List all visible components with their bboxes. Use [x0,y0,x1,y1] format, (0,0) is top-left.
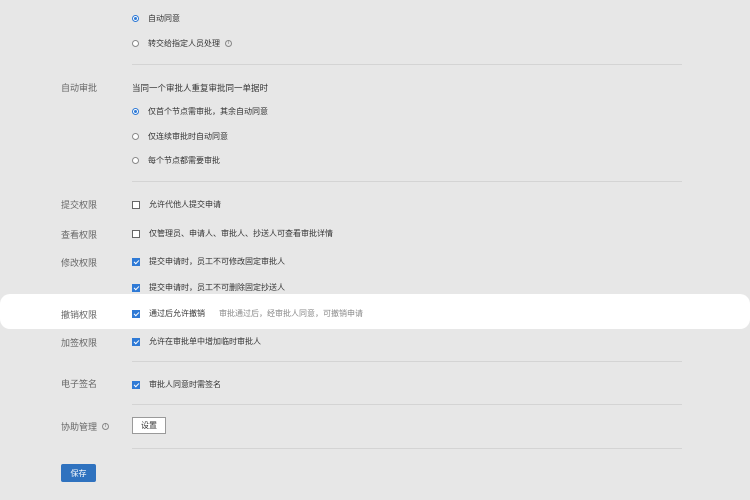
highlight-band [0,294,750,329]
option-submit-for-others[interactable]: 允许代他人提交申请 [132,199,221,210]
radio-auto-agree[interactable] [132,15,139,22]
option-no-modify-approver[interactable]: 提交申请时，员工不可修改固定审批人 [132,256,285,267]
option-view-restricted[interactable]: 仅管理员、申请人、审批人、抄送人可查看审批详情 [132,228,333,239]
option-allow-revoke[interactable]: 通过后允许撤销 审批通过后，经审批人同意，可撤销申请 [132,308,363,319]
auto-approve-heading: 当同一个审批人重复审批同一单据时 [132,84,269,94]
section-label-view: 查看权限 [61,231,98,241]
section-label-e-signature: 电子签名 [61,380,98,390]
option-require-signature-label: 审批人同意时需签名 [149,380,221,389]
option-submit-for-others-label: 允许代他人提交申请 [149,200,221,209]
radio-first-node[interactable] [132,108,139,115]
section-label-submit: 提交权限 [61,201,98,211]
option-auto-agree[interactable]: 自动同意 [132,13,180,24]
radio-every-node[interactable] [132,157,139,164]
divider [132,448,682,449]
section-label-revoke: 撤销权限 [61,311,98,321]
option-require-signature[interactable]: 审批人同意时需签名 [132,379,221,390]
checkbox-view-restricted[interactable] [132,229,140,238]
section-label-assist-text: 协助管理 [61,423,98,433]
divider [132,404,682,405]
option-no-delete-cc[interactable]: 提交申请时，员工不可删除固定抄送人 [132,282,285,293]
option-first-node-label: 仅首个节点需审批，其余自动同意 [148,107,268,116]
save-button[interactable]: 保存 [61,464,96,482]
option-auto-agree-label: 自动同意 [148,14,180,23]
divider [132,361,682,362]
checkbox-allow-revoke[interactable] [132,309,140,318]
radio-transfer[interactable] [132,40,139,47]
info-icon[interactable]: i [102,423,110,430]
radio-consecutive[interactable] [132,133,139,140]
option-view-restricted-label: 仅管理员、申请人、审批人、抄送人可查看审批详情 [149,229,333,238]
option-transfer-label: 转交给指定人员处理 [148,39,220,48]
option-add-approver[interactable]: 允许在审批单中增加临时审批人 [132,336,261,347]
option-every-node-label: 每个节点都需要审批 [148,156,220,165]
checkbox-no-modify-approver[interactable] [132,257,140,266]
settings-button[interactable]: 设置 [132,417,166,434]
option-first-node[interactable]: 仅首个节点需审批，其余自动同意 [132,106,268,117]
option-no-delete-cc-label: 提交申请时，员工不可删除固定抄送人 [149,283,285,292]
section-label-assist: 协助管理 i [61,420,110,433]
option-consecutive-label: 仅连续审批时自动同意 [148,132,228,141]
section-label-auto-approve: 自动审批 [61,84,98,94]
info-icon[interactable]: i [225,40,232,47]
checkbox-require-signature[interactable] [132,380,140,389]
divider [132,181,682,182]
divider [132,64,682,65]
option-transfer[interactable]: 转交给指定人员处理 i [132,38,232,49]
option-no-modify-approver-label: 提交申请时，员工不可修改固定审批人 [149,257,285,266]
option-add-approver-label: 允许在审批单中增加临时审批人 [149,337,261,346]
option-allow-revoke-label: 通过后允许撤销 [149,309,205,318]
checkbox-submit-for-others[interactable] [132,200,140,209]
option-consecutive[interactable]: 仅连续审批时自动同意 [132,131,228,142]
checkbox-add-approver[interactable] [132,337,140,346]
section-label-countersign: 加签权限 [61,339,98,349]
section-label-modify: 修改权限 [61,259,98,269]
option-every-node[interactable]: 每个节点都需要审批 [132,155,220,166]
checkbox-no-delete-cc[interactable] [132,283,140,292]
option-allow-revoke-desc: 审批通过后，经审批人同意，可撤销申请 [219,309,363,318]
